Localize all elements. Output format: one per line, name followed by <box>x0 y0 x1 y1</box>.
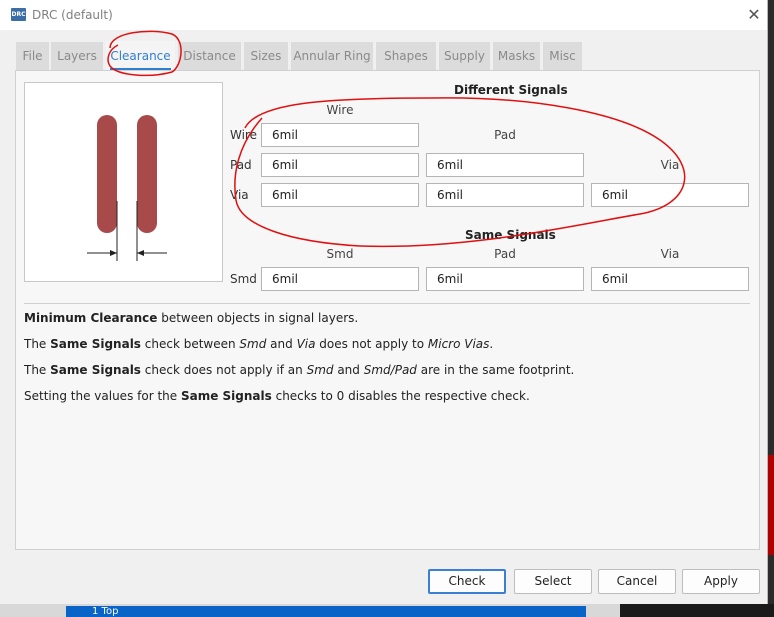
description-line-4: Setting the values for the Same Signals … <box>24 389 530 403</box>
col-header-same-pad: Pad <box>494 247 516 261</box>
tab-shapes[interactable]: Shapes <box>376 42 436 70</box>
tab-masks[interactable]: Masks <box>493 42 540 70</box>
different-signals-title: Different Signals <box>454 83 568 97</box>
measure-arrowhead-right <box>137 250 144 256</box>
smd-smd-input[interactable] <box>261 267 419 291</box>
clearance-diagram <box>87 115 167 261</box>
col-header-via: Via <box>660 158 680 172</box>
tab-file[interactable]: File <box>16 42 49 70</box>
row-label-pad: Pad <box>230 158 252 172</box>
smd-via-input[interactable] <box>591 267 749 291</box>
same-signals-title: Same Signals <box>465 228 556 242</box>
row-label-via: Via <box>230 188 249 202</box>
via-via-input[interactable] <box>591 183 749 207</box>
tab-distance[interactable]: Distance <box>178 42 241 70</box>
title-bar[interactable]: DRC DRC (default) ✕ <box>0 0 767 30</box>
background-layer-label: 1 Top <box>66 606 586 617</box>
pad-shape-left <box>97 115 117 233</box>
select-button[interactable]: Select <box>514 569 592 594</box>
row-label-smd: Smd <box>230 272 257 286</box>
pad-pad-input[interactable] <box>426 153 584 177</box>
background-app-right-edge <box>768 0 774 617</box>
window-title: DRC (default) <box>32 8 113 22</box>
col-header-same-via: Via <box>660 247 680 261</box>
pad-shape-right <box>137 115 157 233</box>
tab-sizes[interactable]: Sizes <box>244 42 288 70</box>
background-app-bottom-edge: 1 Top <box>0 604 774 617</box>
cancel-button[interactable]: Cancel <box>598 569 676 594</box>
col-header-pad: Pad <box>494 128 516 142</box>
tab-layers[interactable]: Layers <box>51 42 103 70</box>
drc-dialog: DRC DRC (default) ✕ File Layers Clearanc… <box>0 0 768 604</box>
row-label-wire: Wire <box>230 128 257 142</box>
app-icon: DRC <box>11 8 26 21</box>
tab-supply[interactable]: Supply <box>439 42 490 70</box>
section-divider <box>24 303 750 304</box>
tab-clearance[interactable]: Clearance <box>106 41 175 71</box>
wire-wire-input[interactable] <box>261 123 419 147</box>
via-pad-input[interactable] <box>426 183 584 207</box>
check-button[interactable]: Check <box>428 569 506 594</box>
via-wire-input[interactable] <box>261 183 419 207</box>
tab-annular-ring[interactable]: Annular Ring <box>291 42 373 70</box>
description-line-2: The Same Signals check between Smd and V… <box>24 337 494 351</box>
smd-pad-input[interactable] <box>426 267 584 291</box>
measure-arrowhead-left <box>110 250 117 256</box>
tab-misc[interactable]: Misc <box>543 42 582 70</box>
clearance-illustration <box>24 82 223 282</box>
pad-wire-input[interactable] <box>261 153 419 177</box>
close-icon[interactable]: ✕ <box>745 6 763 24</box>
apply-button[interactable]: Apply <box>682 569 760 594</box>
col-header-wire: Wire <box>326 103 354 117</box>
col-header-smd: Smd <box>326 247 354 261</box>
description-line-3: The Same Signals check does not apply if… <box>24 363 575 377</box>
description-line-1: Minimum Clearance between objects in sig… <box>24 311 359 325</box>
